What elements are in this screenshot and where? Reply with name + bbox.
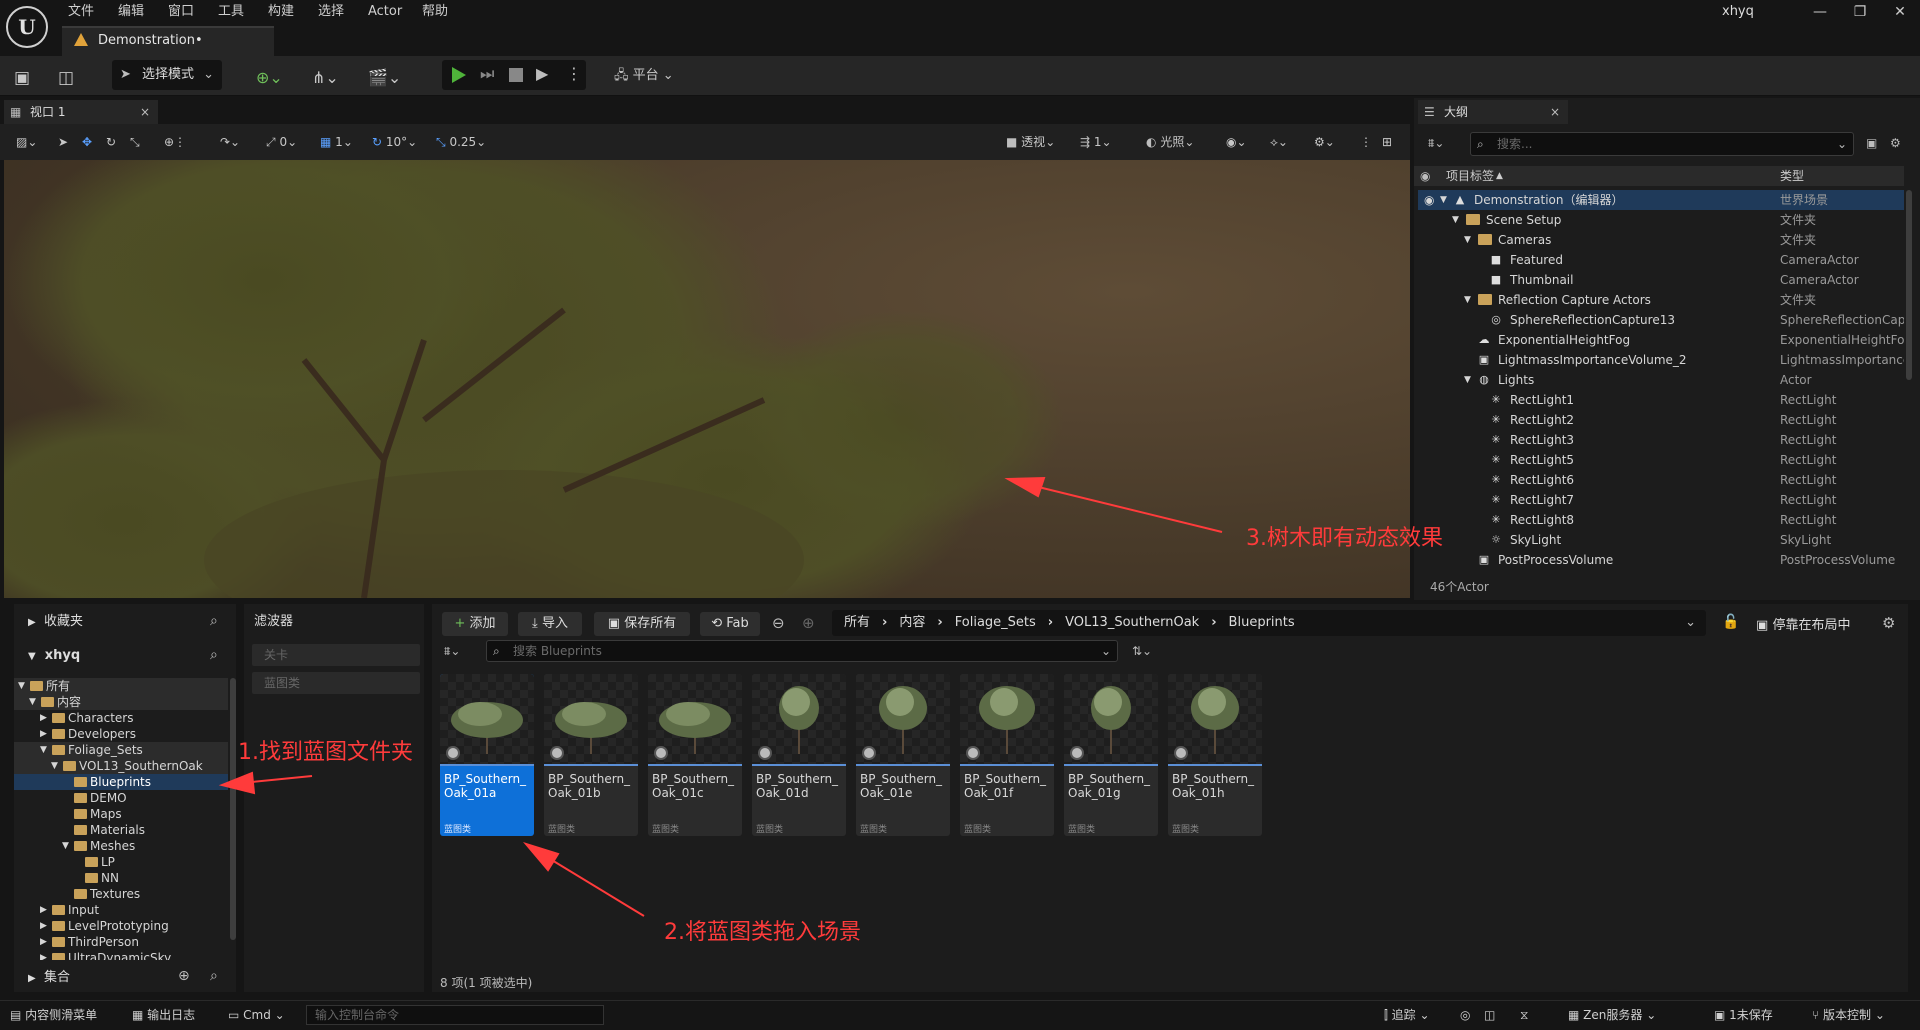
version-control-label: 版本控制 xyxy=(1823,1008,1872,1022)
cmd-label: Cmd xyxy=(243,1008,271,1022)
trace-button[interactable]: ⫿ 追踪 ⌄ xyxy=(1384,1006,1430,1024)
cmd-selector[interactable]: ▭ Cmd ⌄ xyxy=(228,1006,285,1024)
record-icon[interactable]: ◎ xyxy=(1460,1006,1470,1024)
unsaved-label: 1未保存 xyxy=(1729,1008,1773,1022)
output-log-label: 输出日志 xyxy=(147,1008,196,1022)
zen-server-button[interactable]: ▦ Zen服务器 ⌄ xyxy=(1568,1006,1656,1024)
annotation-3: 3.树木即有动态效果 xyxy=(1246,526,1443,551)
console-input[interactable]: 输入控制台命令 xyxy=(306,1005,604,1025)
drawer-icon: ▤ xyxy=(10,1008,22,1022)
arrow-2-head xyxy=(523,842,560,872)
trace-label: 追踪 xyxy=(1391,1008,1416,1022)
zen-label: Zen服务器 xyxy=(1583,1008,1643,1022)
content-drawer-button[interactable]: ▤ 内容侧滑菜单 xyxy=(10,1006,97,1024)
log-icon: ▦ xyxy=(132,1008,144,1022)
arrow-3-head xyxy=(1004,476,1046,498)
annotation-2: 2.将蓝图类拖入场景 xyxy=(664,920,861,945)
unsaved-button[interactable]: ▣ 1未保存 xyxy=(1714,1006,1773,1024)
unsaved-icon: ▣ xyxy=(1714,1008,1726,1022)
annotation-1: 1.找到蓝图文件夹 xyxy=(238,740,413,765)
content-drawer-label: 内容侧滑菜单 xyxy=(25,1008,98,1022)
zen-icon: ▦ xyxy=(1568,1008,1580,1022)
version-control-button[interactable]: ⑂ 版本控制 ⌄ xyxy=(1812,1006,1885,1024)
screenshot-icon[interactable]: ◫ xyxy=(1484,1006,1495,1024)
arrow-1-head xyxy=(218,771,256,795)
output-log-button[interactable]: ▦ 输出日志 xyxy=(132,1006,195,1024)
annotation-arrows xyxy=(218,476,1223,917)
trace-icon: ⫿ xyxy=(1384,1008,1388,1022)
arrow-3-line xyxy=(1017,481,1223,533)
branch-icon: ⑂ xyxy=(1812,1008,1820,1022)
console-icon: ▭ xyxy=(228,1008,240,1022)
hourglass-icon[interactable]: ⧖ xyxy=(1520,1006,1528,1024)
